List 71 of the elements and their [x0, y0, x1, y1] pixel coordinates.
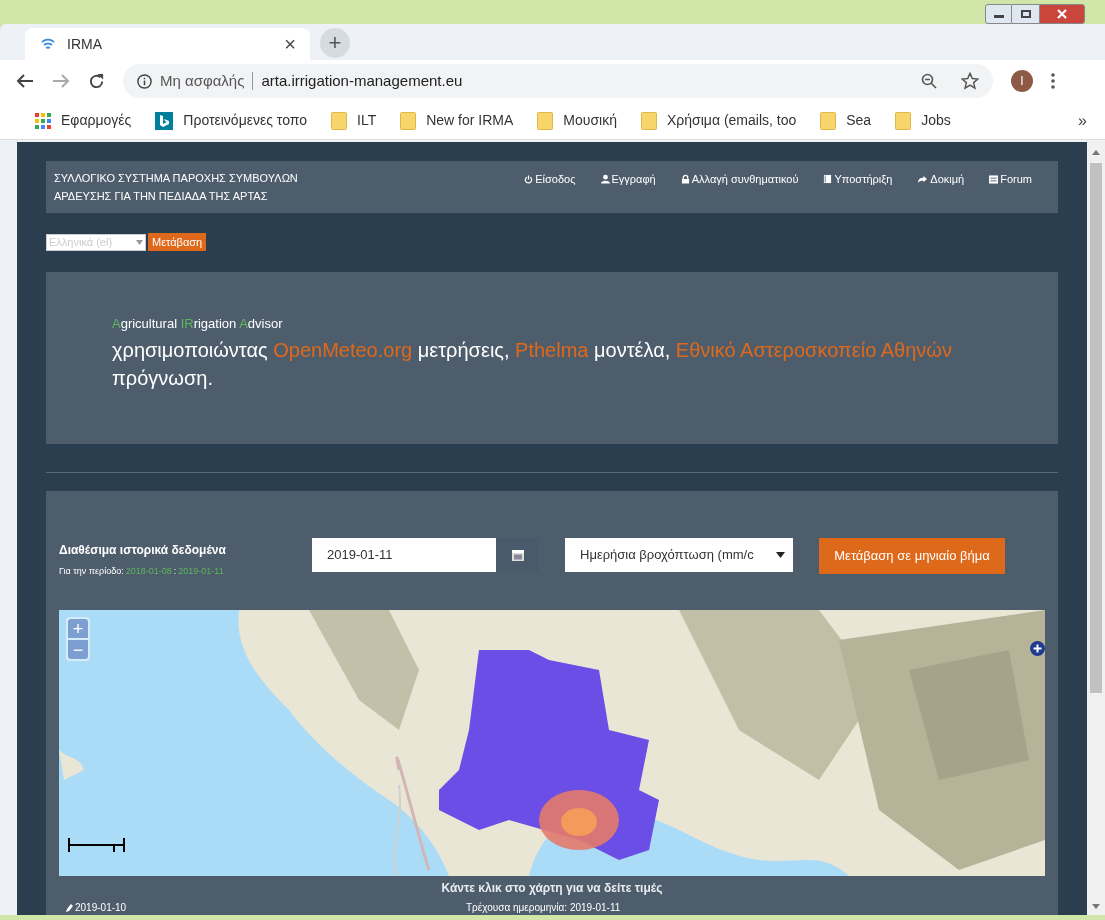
data-title: Διαθέσιμα ιστορικά δεδομένα: [59, 542, 226, 559]
date-field[interactable]: 2019-01-11: [312, 538, 496, 572]
browser-tab[interactable]: IRMA ×: [25, 28, 310, 60]
variable-select[interactable]: Ημερήσια βροχόπτωση (mm/c: [565, 538, 793, 572]
calendar-button[interactable]: [496, 538, 539, 572]
monthly-step-button[interactable]: Μετάβαση σε μηνιαίο βήμα: [819, 538, 1005, 574]
b-logo-icon: [155, 111, 174, 130]
new-tab-button[interactable]: +: [320, 28, 350, 58]
bookmark-item[interactable]: ILT: [331, 110, 377, 131]
bookmark-item[interactable]: Sea: [820, 110, 872, 131]
close-icon: [1057, 9, 1067, 19]
folder-icon: [331, 111, 347, 130]
folder-icon: [641, 111, 657, 130]
scrollbar-thumb[interactable]: [1090, 163, 1102, 693]
previous-date-link[interactable]: 2019-01-10: [75, 903, 127, 913]
bookmarks-overflow-button[interactable]: »: [1078, 108, 1087, 133]
address-bar[interactable]: Μη ασφαλής arta.irrigation-management.eu: [123, 64, 993, 98]
tab-title: IRMA: [67, 34, 103, 54]
zoom-out-icon[interactable]: [921, 73, 937, 89]
dropdown-caret-icon: [776, 552, 785, 558]
folder-icon: [895, 111, 912, 130]
nav-link[interactable]: Υποστήριξη: [823, 171, 893, 188]
star-icon[interactable]: [961, 72, 979, 90]
profile-avatar[interactable]: I: [1011, 70, 1033, 92]
info-icon: [137, 73, 152, 89]
maximize-button[interactable]: [1012, 4, 1039, 24]
bookmark-item[interactable]: New for IRMA: [400, 110, 514, 131]
scroll-down-icon[interactable]: [1092, 904, 1100, 909]
bookmark-item[interactable]: Προτεινόμενες τοπο: [155, 110, 307, 131]
reload-icon[interactable]: [88, 72, 105, 90]
lock-icon: [680, 174, 690, 185]
security-label: Μη ασφαλής: [160, 70, 245, 91]
bookmark-item[interactable]: Εφαρμογές: [35, 110, 132, 131]
minimize-button[interactable]: [985, 4, 1012, 24]
close-button[interactable]: [1039, 4, 1085, 24]
book-icon: [823, 174, 833, 185]
map-caption: Κάντε κλικ στο χάρτη για να δείτε τιμές: [440, 880, 664, 897]
period-to: 2019-01-11: [178, 565, 224, 578]
period-from: 2018-01-08: [125, 565, 172, 578]
layers-plus-icon[interactable]: [1030, 641, 1045, 656]
menu-icon[interactable]: [1051, 73, 1055, 89]
period-label: Για την περίοδο:: [59, 565, 124, 578]
bookmark-item[interactable]: Μουσική: [537, 110, 617, 131]
nav-link[interactable]: Δοκιμή: [917, 171, 965, 188]
apps-grid-icon: [35, 112, 51, 129]
go-button[interactable]: Μετάβαση: [148, 233, 207, 251]
current-date: Τρέχουσα ημερομηνία: 2019-01-11: [466, 903, 621, 913]
site-title: ΣΥΛΛΟΓΙΚΟ ΣΥΣΤΗΜΑ ΠΑΡΟΧΗΣ ΣΥΜΒΟΥΛΩΝ ΑΡΔΕΥΣΗΣ ΓΙΑ ΤΗΝ ΠΕΔΙΑΔΑ ΤΗΣ ΑΡΤΑΣ: [54, 171, 298, 204]
power-icon: [524, 174, 534, 184]
folder-icon: [400, 111, 417, 130]
scroll-up-icon[interactable]: [1092, 150, 1100, 155]
hero-sentence: χρησιμοποιώντας OpenMeteo.org μετρήσεις, Pthelma μοντέλα, Εθνικό Αστεροσκοπείο Αθηνών πρόγνωση.: [112, 337, 953, 391]
user-icon: [600, 174, 610, 185]
dropdown-caret-icon: [136, 239, 143, 245]
share-icon: [917, 174, 929, 184]
folder-icon: [537, 111, 554, 130]
pencil-icon[interactable]: [66, 904, 73, 912]
back-arrow-icon[interactable]: [16, 73, 34, 89]
folder-icon: [820, 111, 837, 130]
bookmark-item[interactable]: Jobs: [895, 110, 951, 131]
period-separator: :: [173, 565, 177, 578]
tab-close-button[interactable]: ×: [284, 34, 296, 54]
bookmark-item[interactable]: Χρήσιμα (emails, too: [641, 110, 797, 131]
list-icon: [989, 174, 999, 184]
url-text: arta.irrigation-management.eu: [261, 70, 464, 91]
tagline: Agricultural IRrigation Advisor: [112, 315, 284, 333]
calendar-icon: [511, 549, 524, 561]
nav-link[interactable]: Είσοδος: [524, 171, 576, 188]
nav-link[interactable]: Forum: [989, 171, 1032, 188]
nav-link[interactable]: Αλλαγή συνθηματικού: [680, 171, 799, 188]
nav-link[interactable]: Εγγραφή: [600, 171, 656, 188]
